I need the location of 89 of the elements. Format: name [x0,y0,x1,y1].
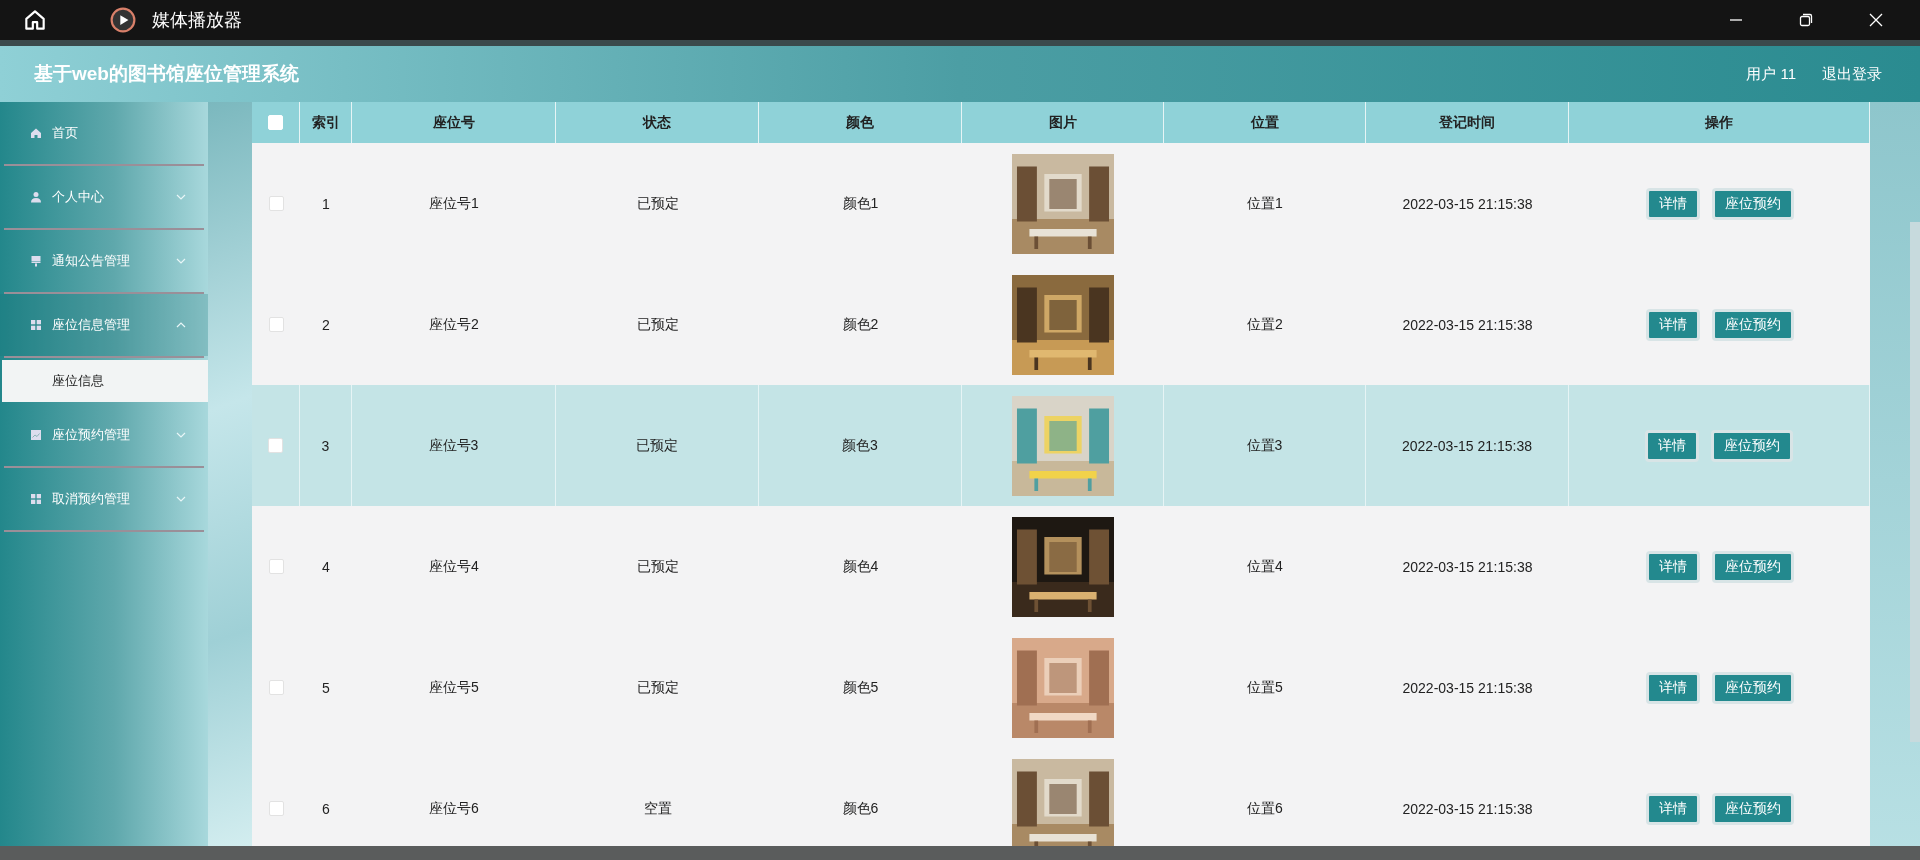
table-cell: 位置4 [1247,557,1283,576]
table-cell: 颜色5 [842,678,879,697]
table-cell: 座位号3 [428,436,479,455]
logout-link[interactable]: 退出登录 [1822,64,1882,84]
column-header: 图片 [962,102,1164,143]
sidebar-item[interactable]: 首页 [0,102,208,164]
table-cell: 颜色3 [842,436,878,455]
table-cell: 2 [322,316,330,333]
action-button[interactable]: 座位预约 [1711,792,1794,825]
row-checkbox[interactable] [268,438,283,453]
table-cell: 2022-03-15 21:15:38 [1402,437,1532,454]
table-cell: 颜色4 [842,557,879,576]
table-cell: 位置2 [1247,315,1283,334]
table-cell: 位置5 [1247,678,1283,697]
column-header: 座位号 [352,102,556,143]
table-cell: 座位号4 [429,557,479,576]
sidebar-item[interactable]: 取消预约管理 [0,468,208,530]
scrollbar[interactable] [1910,222,1920,742]
table-cell: 5 [322,679,330,696]
action-button[interactable]: 详情 [1645,308,1700,341]
table-cell: 4 [322,558,330,575]
table-cell: 位置1 [1247,194,1283,213]
grid-icon [30,319,42,331]
table-cell: 2022-03-15 21:15:38 [1402,195,1533,212]
close-icon[interactable] [1868,12,1884,28]
action-button[interactable]: 详情 [1645,671,1700,704]
action-button[interactable]: 座位预约 [1711,671,1794,704]
action-button[interactable]: 座位预约 [1711,187,1794,220]
table-cell: 座位号6 [429,799,479,818]
table-cell: 已预定 [636,678,679,697]
home-icon[interactable] [22,7,48,33]
column-header: 颜色 [759,102,962,143]
table-cell: 颜色1 [842,194,879,213]
table-cell: 位置3 [1246,436,1283,455]
table-cell: 2022-03-15 21:15:38 [1402,679,1533,696]
table-cell: 已预定 [636,194,679,213]
table-cell: 已预定 [636,315,679,334]
action-button[interactable]: 详情 [1645,792,1700,825]
play-icon [110,7,136,33]
table-cell: 2022-03-15 21:15:38 [1402,558,1533,575]
row-checkbox[interactable] [268,680,284,695]
user-icon [30,191,42,203]
table-cell: 座位号2 [429,315,479,334]
action-button[interactable]: 座位预约 [1711,550,1794,583]
table-cell: 2022-03-15 21:15:38 [1402,316,1533,333]
sidebar-subitem[interactable]: 座位信息 [2,360,208,402]
restore-icon[interactable] [1798,12,1814,28]
column-header: 索引 [300,102,352,143]
window-title: 媒体播放器 [152,9,242,32]
table-cell: 已预定 [636,557,679,576]
table-cell: 位置6 [1247,799,1283,818]
action-button[interactable]: 座位预约 [1711,308,1794,341]
sidebar-item[interactable]: 通知公告管理 [0,230,208,292]
table-cell: 1 [322,195,330,212]
home-icon [30,127,42,139]
table-cell: 6 [322,800,330,817]
sidebar-item[interactable]: 座位信息管理 [0,294,208,356]
action-button[interactable]: 详情 [1645,550,1700,583]
select-all-checkbox[interactable] [268,115,283,130]
site-title: 基于web的图书馆座位管理系统 [34,62,299,86]
table-cell: 颜色6 [842,799,879,818]
table-cell: 空置 [643,799,672,818]
chevron-icon [176,496,186,502]
sidebar-item[interactable]: 座位预约管理 [0,404,208,466]
table-cell: 颜色2 [842,315,879,334]
action-button[interactable]: 详情 [1645,429,1699,462]
row-checkbox[interactable] [268,196,284,211]
table-cell: 座位号1 [429,194,479,213]
chevron-icon [176,194,186,200]
row-checkbox[interactable] [268,801,284,816]
chart-icon [30,429,42,441]
chevron-icon [176,322,186,328]
action-button[interactable]: 座位预约 [1711,429,1793,462]
column-header: 状态 [556,102,759,143]
notice-icon [30,255,42,267]
chevron-icon [176,432,186,438]
column-header: 位置 [1164,102,1366,143]
row-checkbox[interactable] [268,559,284,574]
action-button[interactable]: 详情 [1645,187,1700,220]
table-cell: 3 [321,437,330,454]
table-cell: 已预定 [636,436,678,455]
column-header: 登记时间 [1366,102,1569,143]
table-cell: 2022-03-15 21:15:38 [1402,800,1533,817]
user-name: 用户 11 [1746,64,1796,84]
table-cell: 座位号5 [429,678,479,697]
grid-icon [30,493,42,505]
chevron-icon [176,258,186,264]
sidebar-item[interactable]: 个人中心 [0,166,208,228]
row-checkbox[interactable] [268,317,284,332]
